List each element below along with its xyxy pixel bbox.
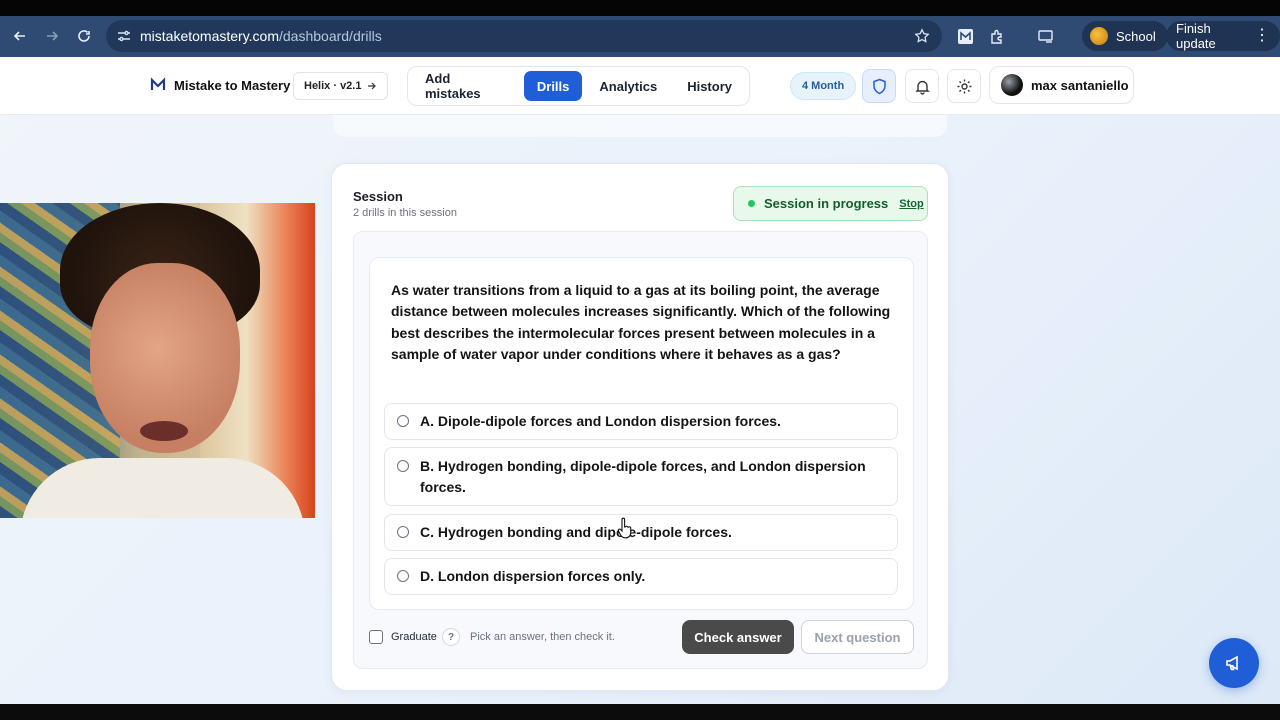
option-c[interactable]: C. Hydrogen bonding and dipole-dipole fo… [384, 514, 898, 551]
extension-m-icon[interactable] [957, 28, 974, 45]
shield-button[interactable] [862, 69, 896, 103]
arrow-right-icon [368, 82, 377, 90]
question-text: As water transitions from a liquid to a … [391, 282, 891, 362]
session-title: Session [353, 189, 403, 204]
option-b[interactable]: B. Hydrogen bonding, dipole-dipole force… [384, 447, 898, 506]
avatar [1001, 74, 1023, 96]
option-a[interactable]: A. Dipole-dipole forces and London dispe… [384, 403, 898, 440]
session-status-text: Session in progress [764, 196, 889, 211]
session-subtitle: 2 drills in this session [353, 207, 457, 219]
gear-icon [957, 79, 971, 93]
bookmark-star-icon[interactable] [914, 28, 930, 44]
screen-top-border [0, 0, 1280, 16]
cast-icon[interactable] [1037, 28, 1054, 45]
reload-icon[interactable] [74, 26, 94, 46]
help-icon[interactable]: ? [442, 628, 460, 646]
graduate-checkbox[interactable] [369, 630, 383, 644]
app-header: Mistake to Mastery Helix · v2.1 Add mist… [0, 57, 1280, 115]
version-button[interactable]: Helix · v2.1 [293, 72, 389, 100]
announcements-fab[interactable] [1209, 638, 1259, 688]
tab-history[interactable]: History [674, 71, 745, 101]
settings-button[interactable] [947, 69, 981, 103]
profile-button[interactable]: School [1082, 21, 1168, 51]
tab-analytics[interactable]: Analytics [586, 71, 670, 101]
tab-add-mistakes[interactable]: Add mistakes [412, 71, 520, 101]
option-a-radio[interactable] [397, 415, 409, 427]
stop-link[interactable]: Stop [899, 198, 923, 210]
brand[interactable]: Mistake to Mastery [150, 77, 290, 93]
screen-bottom-border [0, 704, 1280, 720]
webcam-mouth [140, 421, 188, 441]
url-domain: mistaketomastery.com [140, 28, 279, 44]
forward-icon[interactable] [42, 26, 62, 46]
status-dot-icon [748, 200, 755, 207]
webcam-video [0, 203, 315, 518]
plan-badge[interactable]: 4 Month [790, 72, 857, 100]
extensions-puzzle-icon[interactable] [989, 28, 1006, 45]
user-menu[interactable]: max santaniello [989, 66, 1134, 104]
brand-logo-icon [150, 77, 166, 90]
finish-update-button[interactable]: Finish update ⋮ [1166, 21, 1280, 51]
notifications-button[interactable] [905, 69, 939, 103]
session-status-badge: Session in progress Stop [733, 186, 928, 221]
more-vert-icon[interactable]: ⋮ [1254, 28, 1270, 44]
megaphone-icon [1226, 655, 1238, 671]
shield-icon [872, 78, 886, 94]
background-card [333, 115, 947, 137]
next-question-button[interactable]: Next question [801, 620, 914, 654]
brand-name: Mistake to Mastery [174, 77, 291, 93]
option-a-text: A. Dipole-dipole forces and London dispe… [420, 413, 781, 429]
option-c-text: C. Hydrogen bonding and dipole-dipole fo… [420, 524, 732, 540]
version-label: Helix · v2.1 [304, 80, 362, 92]
option-d-radio[interactable] [397, 570, 409, 582]
main-nav: Add mistakes Drills Analytics History [407, 66, 750, 106]
site-settings-icon[interactable] [116, 28, 132, 44]
finish-update-label: Finish update [1176, 21, 1216, 51]
tab-drills[interactable]: Drills [523, 71, 583, 101]
url-path: /dashboard/drills [279, 28, 382, 44]
url-text: mistaketomastery.com/dashboard/drills [140, 28, 382, 44]
option-c-radio[interactable] [397, 526, 409, 538]
check-answer-button[interactable]: Check answer [682, 620, 794, 654]
profile-label: School [1116, 28, 1156, 44]
profile-avatar [1090, 27, 1108, 45]
option-d-text: D. London dispersion forces only. [420, 568, 646, 584]
address-bar[interactable]: mistaketomastery.com/dashboard/drills [106, 20, 942, 52]
webcam-shirt [20, 458, 305, 518]
user-name: max santaniello [1031, 77, 1129, 93]
option-b-radio[interactable] [397, 460, 409, 472]
drill-panel: As water transitions from a liquid to a … [353, 231, 928, 669]
option-d[interactable]: D. London dispersion forces only. [384, 558, 898, 595]
hint-text: Pick an answer, then check it. [470, 631, 615, 643]
back-icon[interactable] [10, 26, 30, 46]
hand-cursor-icon [617, 517, 632, 539]
graduate-label: Graduate [391, 631, 437, 643]
option-b-text: B. Hydrogen bonding, dipole-dipole force… [420, 458, 866, 496]
bell-icon [914, 80, 930, 95]
page: Mistake to Mastery Helix · v2.1 Add mist… [0, 57, 1280, 704]
browser-toolbar: mistaketomastery.com/dashboard/drills Sc… [0, 16, 1280, 57]
question-card: As water transitions from a liquid to a … [369, 257, 914, 610]
session-card: Session 2 drills in this session Session… [331, 163, 949, 691]
